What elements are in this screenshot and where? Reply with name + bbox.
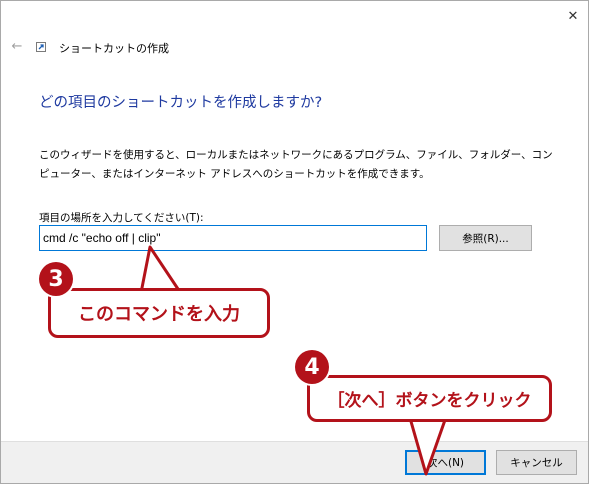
step4-callout-text: ［次へ］ボタンをクリック [327, 391, 532, 411]
step3-callout-text: このコマンドを入力 [78, 304, 240, 325]
step4-callout: ［次へ］ボタンをクリック [307, 375, 552, 422]
step4-badge: 4 [295, 350, 329, 384]
step3-badge: 3 [39, 262, 73, 296]
step3-callout: このコマンドを入力 [48, 288, 270, 338]
